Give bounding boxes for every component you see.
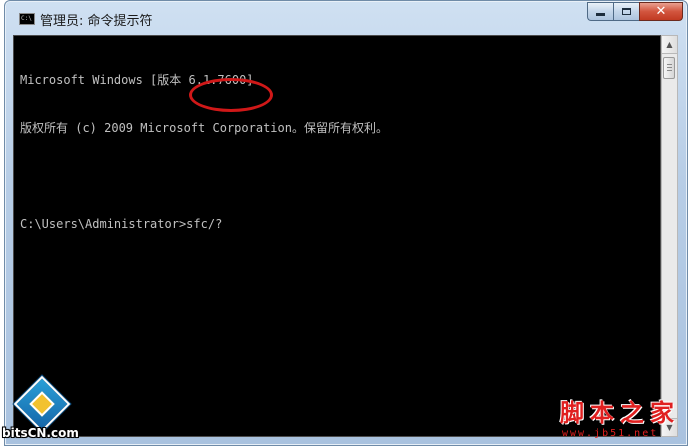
scroll-thumb[interactable] xyxy=(663,57,675,79)
title-bar[interactable]: C:\ 管理员: 命令提示符 ✕ xyxy=(5,1,687,35)
close-button[interactable]: ✕ xyxy=(639,2,683,21)
grip-line xyxy=(667,64,672,65)
jb51-watermark: 脚本之家 www.jb51.net xyxy=(560,393,688,445)
close-icon: ✕ xyxy=(655,4,667,19)
screenshot-root: C:\ 管理员: 命令提示符 ✕ Microsoft Windows [版本 6… xyxy=(0,0,690,446)
bitscn-watermark: bitsCN.com xyxy=(2,375,92,444)
grip-line xyxy=(667,67,672,68)
vertical-scrollbar[interactable]: ▲ ▼ xyxy=(661,35,678,437)
maximize-button[interactable] xyxy=(613,2,639,21)
console-line-command: C:\Users\Administrator>sfc/? xyxy=(20,217,223,231)
bitscn-watermark-text: bitsCN.com xyxy=(2,426,79,440)
console-output[interactable]: Microsoft Windows [版本 6.1.7600] 版权所有 (c)… xyxy=(13,35,661,437)
red-highlight-circle xyxy=(189,78,273,112)
bitscn-logo-inner xyxy=(29,391,55,417)
minimize-icon xyxy=(596,13,605,16)
window-title: 管理员: 命令提示符 xyxy=(40,14,153,29)
cmd-icon[interactable]: C:\ xyxy=(19,13,35,25)
bitscn-logo-icon xyxy=(13,375,71,433)
console-text: Microsoft Windows [版本 6.1.7600] 版权所有 (c)… xyxy=(20,40,388,264)
arrow-up-icon: ▲ xyxy=(666,40,673,49)
jb51-watermark-title: 脚本之家 xyxy=(560,398,680,427)
command-prompt-window: C:\ 管理员: 命令提示符 ✕ Microsoft Windows [版本 6… xyxy=(4,0,688,446)
grip-line xyxy=(667,70,672,71)
jb51-watermark-url: www.jb51.net xyxy=(562,428,659,439)
minimize-button[interactable] xyxy=(587,2,613,21)
caption-buttons: ✕ xyxy=(587,2,683,22)
scroll-up-button[interactable]: ▲ xyxy=(662,36,677,54)
console-line-copyright: 版权所有 (c) 2009 Microsoft Corporation。保留所有… xyxy=(20,121,388,135)
maximize-icon xyxy=(622,8,631,15)
